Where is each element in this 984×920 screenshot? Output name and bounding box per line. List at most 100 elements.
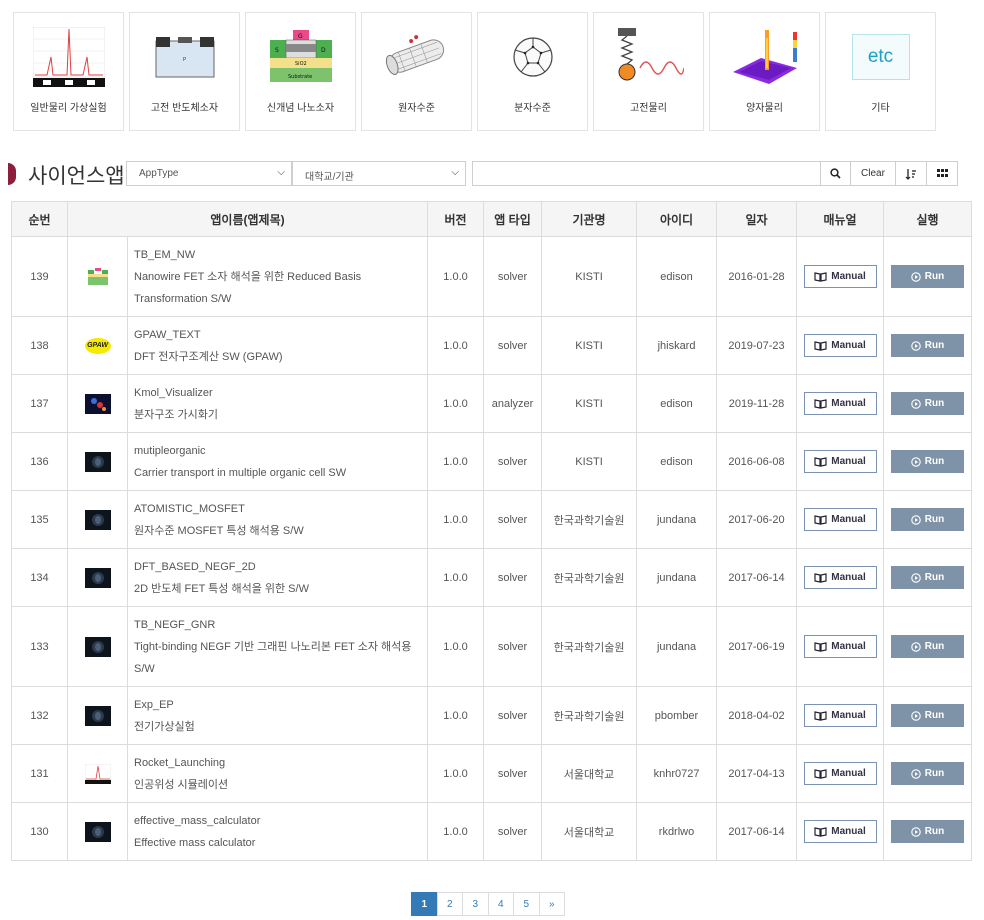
app-name-link[interactable]: mutipleorganic: [134, 440, 421, 462]
table-row[interactable]: 136 mutipleorganic Carrier transport in mu…: [11, 432, 973, 491]
app-name-link[interactable]: Exp_EP: [134, 694, 421, 716]
category-molecular-level[interactable]: 분자수준: [477, 12, 588, 131]
manual-button[interactable]: Manual: [803, 635, 877, 658]
run-button[interactable]: Run: [891, 566, 965, 589]
run-button[interactable]: Run: [891, 704, 965, 727]
category-label: 신개념 나노소자: [266, 103, 335, 114]
app-name-link[interactable]: TB_EM_NW: [134, 244, 421, 266]
app-title[interactable]: DFT 전자구조계산 SW (GPAW): [134, 346, 421, 368]
run-button[interactable]: Run: [891, 762, 965, 785]
cell-type: solver: [483, 432, 543, 491]
app-title[interactable]: 원자수준 MOSFET 특성 해석용 S/W: [134, 520, 421, 542]
app-title[interactable]: Carrier transport in multiple organic ce…: [134, 462, 421, 484]
header-name[interactable]: 앱이름(앱제목): [66, 201, 429, 237]
page-4[interactable]: 4: [487, 892, 514, 916]
run-button[interactable]: Run: [891, 820, 965, 843]
manual-button[interactable]: Manual: [803, 450, 877, 473]
app-title[interactable]: 2D 반도체 FET 특성 해석을 위한 S/W: [134, 578, 421, 600]
apptype-select[interactable]: AppType ⌵: [126, 161, 292, 186]
grid-icon: [936, 169, 948, 177]
app-title[interactable]: 인공위성 시뮬레이션: [134, 774, 421, 796]
manual-button[interactable]: Manual: [803, 762, 877, 785]
manual-button[interactable]: Manual: [803, 820, 877, 843]
category-etc[interactable]: etc 기타: [825, 12, 936, 131]
clear-button[interactable]: Clear: [850, 161, 896, 186]
page-1[interactable]: 1: [411, 892, 438, 916]
run-button[interactable]: Run: [891, 265, 965, 288]
table-row[interactable]: 134 DFT_BASED_NEGF_2D 2D 반도체 FET 특성 해석을 위한…: [11, 548, 973, 607]
app-name-link[interactable]: TB_NEGF_GNR: [134, 614, 421, 636]
cell-thumb: [67, 802, 128, 861]
cell-name: Kmol_Visualizer 분자구조 가시화기: [126, 374, 429, 433]
run-button[interactable]: Run: [891, 392, 965, 415]
category-nano-device[interactable]: G S D SiO2 Substrate 신개념 나노소자: [245, 12, 356, 131]
table-row[interactable]: 137 Kmol_Visualizer 분자구조 가시화기 1.0.0 analyzer…: [11, 374, 973, 433]
header-type[interactable]: 앱 타입: [483, 201, 543, 237]
category-quantum-physics[interactable]: 양자물리: [709, 12, 820, 131]
run-button[interactable]: Run: [891, 635, 965, 658]
table-header-row: 순번 앱이름(앱제목) 버전 앱 타입 기관명 아이디 일자 매뉴얼 실행: [11, 201, 973, 237]
run-button[interactable]: Run: [891, 334, 965, 357]
table-row[interactable]: 132 Exp_EP 전기가상실험 1.0.0 solver 한국과학기술원 pbomber…: [11, 686, 973, 745]
next-page-button[interactable]: »: [538, 892, 565, 916]
cell-version: 1.0.0: [427, 316, 485, 375]
sort-button[interactable]: [895, 161, 927, 186]
app-name-link[interactable]: DFT_BASED_NEGF_2D: [134, 556, 421, 578]
manual-button[interactable]: Manual: [803, 392, 877, 415]
app-title[interactable]: 전기가상실험: [134, 716, 421, 738]
cell-no: 133: [11, 606, 68, 687]
run-button[interactable]: Run: [891, 450, 965, 473]
run-button-label: Run: [924, 641, 945, 652]
category-general-physics[interactable]: 일반물리 가상실험: [13, 12, 124, 131]
cell-org: 한국과학기술원: [541, 548, 638, 607]
app-name-link[interactable]: Kmol_Visualizer: [134, 382, 421, 404]
app-title[interactable]: Effective mass calculator: [134, 832, 421, 854]
app-name-link[interactable]: effective_mass_calculator: [134, 810, 421, 832]
app-title[interactable]: 분자구조 가시화기: [134, 404, 421, 426]
cell-org: 서울대학교: [541, 744, 638, 803]
app-name-link[interactable]: Rocket_Launching: [134, 752, 421, 774]
category-label: 고전 반도체소자: [150, 103, 219, 114]
table-row[interactable]: 130 effective_mass_calculator Effective ma…: [11, 802, 973, 861]
cell-user: rkdrlwo: [636, 802, 718, 861]
search-button[interactable]: [820, 161, 851, 186]
category-classic-semiconductor[interactable]: P 고전 반도체소자: [129, 12, 240, 131]
search-input[interactable]: [472, 161, 821, 186]
manual-button[interactable]: Manual: [803, 566, 877, 589]
header-id[interactable]: 아이디: [636, 201, 718, 237]
category-atomic-level[interactable]: 원자수준: [361, 12, 472, 131]
header-version[interactable]: 버전: [427, 201, 485, 237]
grid-view-button[interactable]: [926, 161, 958, 186]
cell-no: 132: [11, 686, 68, 745]
manual-button[interactable]: Manual: [803, 508, 877, 531]
table-row[interactable]: 135 ATOMISTIC_MOSFET 원자수준 MOSFET 특성 해석용 S/…: [11, 490, 973, 549]
cell-run: Run: [883, 548, 973, 607]
header-org[interactable]: 기관명: [541, 201, 638, 237]
org-select[interactable]: 대학교/기관 ⌵: [292, 161, 466, 186]
cell-manual: Manual: [796, 490, 885, 549]
cell-manual: Manual: [796, 548, 885, 607]
page-3[interactable]: 3: [462, 892, 489, 916]
book-icon: [814, 710, 827, 721]
app-title[interactable]: Nanowire FET 소자 해석을 위한 Reduced Basis Tra…: [134, 266, 421, 310]
category-classical-physics[interactable]: 고전물리: [593, 12, 704, 131]
app-name-link[interactable]: ATOMISTIC_MOSFET: [134, 498, 421, 520]
page-2[interactable]: 2: [436, 892, 463, 916]
table-row[interactable]: 131 Rocket_Launching 인공위성 시뮬레이션 1.0.0 solver…: [11, 744, 973, 803]
page-5[interactable]: 5: [513, 892, 540, 916]
cell-name: DFT_BASED_NEGF_2D 2D 반도체 FET 특성 해석을 위한 S/…: [126, 548, 429, 607]
header-no[interactable]: 순번: [11, 201, 68, 237]
cell-date: 2019-07-23: [716, 316, 798, 375]
table-row[interactable]: 138 GPAW GPAW_TEXT DFT 전자구조계산 SW (GPAW) 1.0.…: [11, 316, 973, 375]
manual-button[interactable]: Manual: [803, 265, 877, 288]
cell-date: 2017-04-13: [716, 744, 798, 803]
manual-button[interactable]: Manual: [803, 704, 877, 727]
table-row[interactable]: 139 TB_EM_NW Nanowire FET 소자 해석을 위한 Reduce…: [11, 236, 973, 317]
fullerene-icon: [495, 27, 571, 87]
app-title[interactable]: Tight-binding NEGF 기반 그래핀 나노리본 FET 소자 해석…: [134, 636, 421, 680]
header-date[interactable]: 일자: [716, 201, 798, 237]
table-row[interactable]: 133 TB_NEGF_GNR Tight-binding NEGF 기반 그래핀 …: [11, 606, 973, 687]
run-button[interactable]: Run: [891, 508, 965, 531]
manual-button[interactable]: Manual: [803, 334, 877, 357]
app-name-link[interactable]: GPAW_TEXT: [134, 324, 421, 346]
